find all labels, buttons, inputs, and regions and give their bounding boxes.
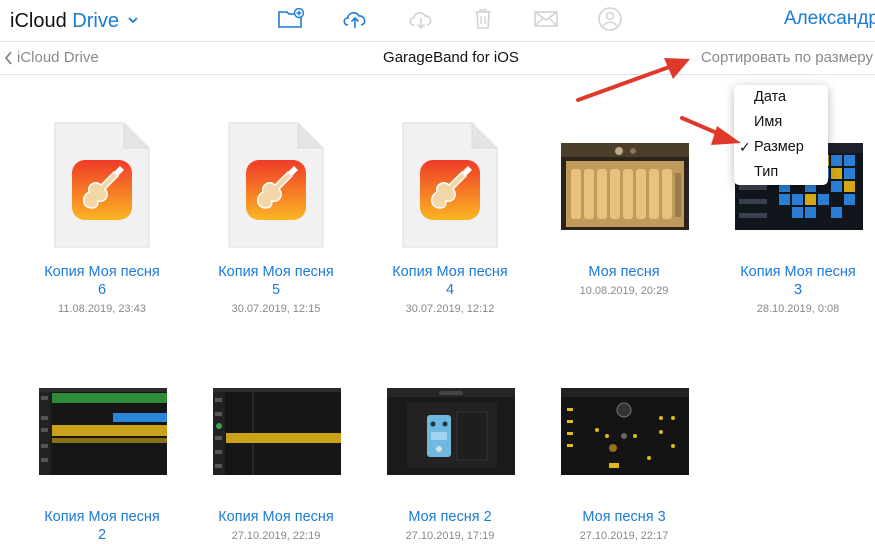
app-title-button[interactable]: iCloud Drive xyxy=(10,7,138,33)
file-name: Копия Моя песня 6 xyxy=(44,264,160,298)
file-item[interactable]: Копия Моя песня 27.10.2019, 22:19 xyxy=(191,365,361,542)
file-item[interactable]: Моя песня 10.08.2019, 20:29 xyxy=(539,120,709,320)
sort-option-size[interactable]: ✓ Размер xyxy=(739,139,804,155)
file-item[interactable]: Копия Моя песня 4 30.07.2019, 12:12 xyxy=(365,120,535,320)
file-name: Копия Моя песня 4 xyxy=(392,264,508,298)
file-name: Моя песня 2 xyxy=(408,509,492,525)
checkmark-icon: ✓ xyxy=(739,139,751,155)
add-person-icon[interactable] xyxy=(595,5,625,33)
file-name: Копия Моя песня xyxy=(218,509,334,525)
file-date: 27.10.2019, 22:17 xyxy=(579,530,669,542)
app-title-part2: Drive xyxy=(72,10,119,32)
tracks-screenshot xyxy=(39,388,167,475)
file-name: Копия Моя песня 3 xyxy=(740,264,856,298)
file-item[interactable]: Копия Моя песня 6 11.08.2019, 23:43 xyxy=(17,120,187,320)
garageband-doc-icon xyxy=(228,122,324,253)
live-loops-screenshot xyxy=(561,388,689,475)
amp-pedal-screenshot xyxy=(387,388,515,475)
download-icon[interactable] xyxy=(406,5,436,33)
upload-icon[interactable] xyxy=(340,5,370,33)
tracks-screenshot xyxy=(213,388,341,475)
file-item[interactable]: Копия Моя песня 2 xyxy=(17,365,187,543)
chevron-down-icon xyxy=(127,7,138,30)
sort-menu: Дата Имя ✓ Размер Тип xyxy=(734,85,828,185)
navigation-bar: iCloud Drive GarageBand for iOS Сортиров… xyxy=(0,41,875,75)
app-title-part1: iCloud xyxy=(10,10,67,32)
new-folder-icon[interactable] xyxy=(276,5,306,33)
file-item[interactable]: Моя песня 3 27.10.2019, 22:17 xyxy=(539,365,709,542)
file-name: Моя песня 3 xyxy=(582,509,666,525)
user-name-button[interactable]: Александр xyxy=(784,8,875,30)
sort-option-date[interactable]: Дата xyxy=(754,89,786,105)
file-date: 28.10.2019, 0:08 xyxy=(756,303,840,315)
garageband-doc-icon xyxy=(54,122,150,253)
garageband-doc-icon xyxy=(402,122,498,253)
file-date: 10.08.2019, 20:29 xyxy=(579,285,669,297)
file-date: 30.07.2019, 12:15 xyxy=(231,303,321,315)
sort-option-name[interactable]: Имя xyxy=(754,114,782,130)
xylophone-screenshot xyxy=(561,143,689,230)
file-date: 11.08.2019, 23:43 xyxy=(58,303,146,315)
sort-option-type[interactable]: Тип xyxy=(754,164,778,180)
sort-button[interactable]: Сортировать по размеру xyxy=(701,49,873,66)
top-bar: iCloud Drive Александр xyxy=(0,0,875,40)
file-name: Моя песня xyxy=(588,264,660,280)
file-date: 27.10.2019, 22:19 xyxy=(231,530,321,542)
file-name: Копия Моя песня 2 xyxy=(44,509,160,543)
file-date: 27.10.2019, 17:19 xyxy=(405,530,495,542)
mail-icon[interactable] xyxy=(531,5,561,33)
file-item[interactable]: Копия Моя песня 5 30.07.2019, 12:15 xyxy=(191,120,361,320)
file-name: Копия Моя песня 5 xyxy=(218,264,334,298)
trash-icon[interactable] xyxy=(468,5,498,33)
file-item[interactable]: Моя песня 2 27.10.2019, 17:19 xyxy=(365,365,535,542)
file-date: 30.07.2019, 12:12 xyxy=(405,303,495,315)
